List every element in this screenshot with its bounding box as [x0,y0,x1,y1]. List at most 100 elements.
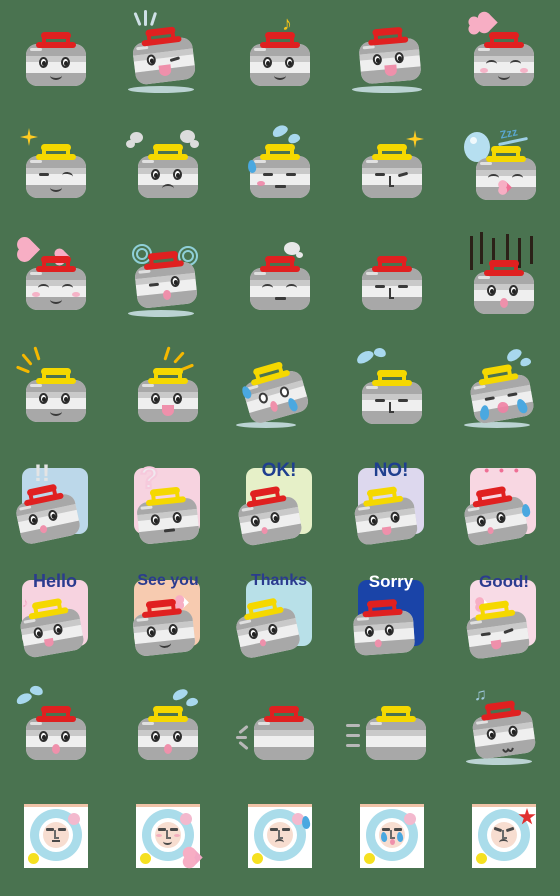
emoji-cell[interactable]: ? [112,448,224,560]
emoji-cell[interactable] [224,112,336,224]
house-face-crying [344,792,440,888]
splash-icon [286,132,302,145]
stone-body [366,718,426,760]
eye-left-closed-icon [38,284,49,292]
emoji-cell[interactable] [448,224,560,336]
emoji-cell[interactable] [224,336,336,448]
stone-smug-sparkle-yellow [344,120,440,216]
eye-left-icon [39,173,49,176]
stone-handle-icon [36,256,76,272]
emoji-cell[interactable] [0,672,112,784]
stone-handle-icon [372,256,412,272]
eye-left-icon [263,57,272,68]
stone-handle-icon [372,144,412,160]
curling-stone [468,363,536,425]
stone-sobbing-tilted-yellow [456,344,552,440]
stone-marker-yellow-icon [364,853,375,864]
emoji-cell[interactable] [0,224,112,336]
emoji-cell[interactable] [224,672,336,784]
emoji-cell[interactable] [336,672,448,784]
curling-stone [240,361,311,426]
emoji-cell[interactable] [0,336,112,448]
mouth-icon [162,405,174,416]
eye-right-icon [285,57,294,68]
curling-stone [138,144,198,198]
emoji-cell[interactable] [448,784,560,896]
eye-left-closed-icon [262,284,273,292]
house-face-angry [456,792,552,888]
splash-icon [270,122,290,140]
emoji-cell[interactable]: NO! [336,448,448,560]
emoji-cell[interactable] [112,112,224,224]
emoji-cell[interactable]: Sorry [336,560,448,672]
card-hello-yellow: Hello ♪ [8,568,104,664]
curling-stone [474,260,534,314]
emoji-cell[interactable]: Hello ♪ [0,560,112,672]
eye-right-icon [61,731,70,742]
stone-cheer-smile-yellow [8,344,104,440]
emoji-cell[interactable]: • • • [448,448,560,560]
stone-sliding-red [232,680,328,776]
card-text: Good! [478,572,530,591]
steam-puff-icon [126,140,135,148]
curling-stone [18,597,86,659]
emoji-cell[interactable] [112,672,224,784]
stone-handle-icon [486,146,526,162]
emoji-cell[interactable]: OK! [224,448,336,560]
emoji-cell[interactable]: See you [112,560,224,672]
emoji-cell[interactable] [0,112,112,224]
cheer-line-icon [21,353,33,366]
emoji-cell[interactable] [224,224,336,336]
cheer-line-icon [173,351,185,364]
emoji-cell[interactable] [112,784,224,896]
emoji-cell[interactable]: Good! [448,560,560,672]
stone-handle-icon [484,32,524,48]
emoji-cell[interactable] [336,336,448,448]
emoji-cell[interactable] [224,784,336,896]
emoji-cell[interactable] [336,224,448,336]
card-text: !! [34,460,50,487]
emoji-cell[interactable] [448,0,560,112]
eye-right-icon [173,169,182,180]
emoji-sheet: ♪ Zzz !! ? OK! NO! • • • Hello ♪ See you… [0,0,560,896]
mouth-icon [50,295,62,304]
emoji-cell[interactable] [336,0,448,112]
stone-love-hearts-red [456,8,552,104]
mouth-icon [275,839,284,846]
steam-puff-icon [190,140,199,148]
curling-stone [254,706,314,760]
curling-stone [352,599,416,657]
stone-marker-pink-icon [404,813,416,825]
cheer-line-icon [15,365,31,374]
curling-stone [26,32,86,86]
despair-line-icon [480,232,483,264]
curling-stone [138,706,198,760]
card-dots-red: • • • [456,456,552,552]
mouth-icon [499,740,515,754]
emoji-cell[interactable] [112,336,224,448]
emoji-cell[interactable] [0,0,112,112]
emoji-cell[interactable] [112,0,224,112]
curling-stone [476,146,536,200]
heart-icon [479,13,498,32]
emoji-cell[interactable]: !! [0,448,112,560]
emoji-cell[interactable]: Thanks [224,560,336,672]
mouth-icon [52,744,60,754]
emoji-cell[interactable] [112,224,224,336]
eye-right-icon [509,285,518,296]
stone-marker-yellow-icon [252,853,263,864]
emoji-cell[interactable] [448,336,560,448]
stone-music-note-red: ♪ [232,8,328,104]
ice-sheen-icon [466,758,532,765]
emoji-cell[interactable]: ♫ [448,672,560,784]
emoji-cell[interactable] [336,784,448,896]
mouth-icon [498,71,510,80]
emoji-cell[interactable] [336,112,448,224]
mouth-icon [499,839,508,846]
eye-left-icon [375,173,385,176]
emoji-cell[interactable] [0,784,112,896]
emoji-cell[interactable]: ♪ [224,0,336,112]
sweat-drop-icon [14,690,34,707]
ice-sheen-icon [128,86,194,93]
emoji-cell[interactable]: Zzz [448,112,560,224]
